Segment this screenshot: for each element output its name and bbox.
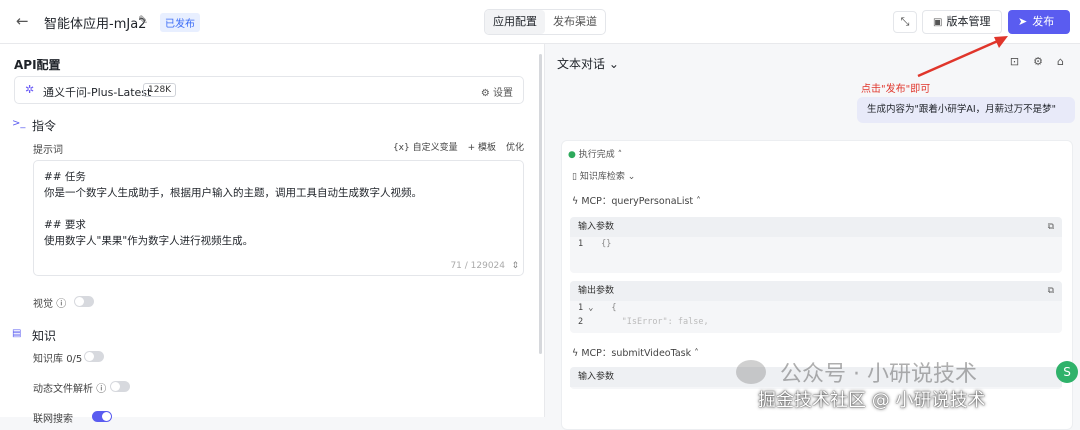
- web-search-label: 联网搜索: [33, 414, 73, 425]
- publish-label: 发布: [1032, 15, 1055, 28]
- char-count: 71 / 129024: [450, 261, 505, 271]
- context-badge: 128K: [143, 83, 177, 97]
- mcp1-label: MCP：queryPersonaList: [581, 196, 694, 207]
- settings-icon[interactable]: ⚙: [1033, 55, 1043, 68]
- publish-button[interactable]: ➤ 发布: [1008, 10, 1070, 34]
- book-icon: ▤: [12, 328, 22, 339]
- watermark-line2: 掘金技术社区 @ 小研说技术: [758, 390, 986, 411]
- collapse-icon: ⤡: [900, 15, 910, 28]
- custom-variable-button[interactable]: {x} 自定义变量: [393, 140, 458, 153]
- mcp2-label: MCP：submitVideoTask: [581, 348, 692, 359]
- model-selector[interactable]: ✲ 通义千问-Plus-Latest 128K ⚙ 设置: [14, 76, 524, 104]
- chat-mode-dropdown[interactable]: 文本对话 ⌄: [557, 55, 619, 72]
- fullscreen-button[interactable]: ⤡: [893, 11, 917, 33]
- status-badge: 已发布: [160, 13, 200, 32]
- input-params-block: 输入参数 ⧉ 1{}: [570, 217, 1062, 273]
- lightning-icon: ϟ: [572, 196, 579, 207]
- run-status[interactable]: ● 执行完成 ˄: [568, 147, 622, 160]
- vision-label: 视觉 ⓘ: [33, 295, 66, 310]
- floating-assistant-icon[interactable]: S: [1056, 361, 1078, 383]
- prompt-actions: {x} 自定义变量 + 模板 优化: [393, 140, 524, 153]
- chevron-down-icon: ⌄: [608, 57, 619, 71]
- knowledge-title: 知识: [32, 329, 57, 343]
- info-icon: ⓘ: [96, 384, 107, 395]
- dynamic-file-text: 动态文件解析: [33, 384, 93, 395]
- input-params-header: 输入参数 ⧉: [570, 217, 1062, 237]
- prompt-line: ## 任务: [44, 171, 86, 183]
- document-icon: ▯: [572, 172, 577, 182]
- kb-search-row[interactable]: ▯ 知识库检索 ⌄: [572, 169, 635, 182]
- prompt-line: 你是一个数字人生成助手，根据用户输入的主题，调用工具自动生成数字人视频。: [44, 187, 422, 199]
- run-status-label: 执行完成: [578, 150, 615, 160]
- terminal-icon: >_: [12, 118, 26, 129]
- model-logo-icon: ✲: [25, 83, 35, 96]
- optimize-button[interactable]: 优化: [506, 140, 524, 153]
- output-params-header: 输出参数 ⧉: [570, 281, 1062, 301]
- kb-label: 知识库 0/5: [33, 350, 82, 365]
- dynamic-file-label: 动态文件解析 ⓘ: [33, 380, 106, 395]
- gear-icon: ⚙: [480, 88, 493, 99]
- mcp-row-2[interactable]: ϟ MCP：submitVideoTask ˄: [572, 345, 699, 359]
- top-bar: ← 智能体应用-mJa2 ✎ 已发布 应用配置 发布渠道 ⤡ ▣ 版本管理 ➤ 发布: [0, 0, 1080, 44]
- user-message: 生成内容为"跟着小研学AI，月薪过万不是梦": [857, 97, 1075, 123]
- version-label: 版本管理: [946, 15, 991, 28]
- kb-toggle[interactable]: [84, 351, 104, 362]
- copy-icon[interactable]: ⧉: [1048, 281, 1054, 301]
- dynamic-file-toggle[interactable]: [110, 381, 130, 392]
- edit-pencil-icon[interactable]: ✎: [138, 13, 148, 27]
- watermark-line1: 公众号 · 小研说技术: [780, 362, 977, 387]
- output-params-block: 输出参数 ⧉ 1 ⌄{ 2 "IsError": false,: [570, 281, 1062, 333]
- config-tabs: 应用配置 发布渠道: [484, 9, 606, 35]
- code-text: "IsError": false,: [621, 317, 709, 327]
- back-arrow-icon[interactable]: ←: [16, 12, 29, 30]
- input-params-label: 输入参数: [578, 222, 615, 232]
- annotation-text: 点击"发布"即可: [861, 84, 931, 95]
- code-text: {}: [601, 239, 612, 249]
- tab-publish-channel[interactable]: 发布渠道: [545, 10, 605, 34]
- check-circle-icon: ●: [568, 150, 576, 160]
- kb-search-label: 知识库检索: [579, 172, 625, 182]
- code-line: 1 ⌄{: [578, 303, 617, 313]
- code-line: 1{}: [578, 239, 612, 249]
- kb-text: 知识库: [33, 354, 63, 365]
- prompt-label: 提示词: [33, 145, 63, 156]
- settings-label: 设置: [493, 88, 513, 99]
- prompt-line: 使用数字人"果果"作为数字人进行视频生成。: [44, 235, 254, 247]
- version-icon: ▣: [933, 17, 943, 28]
- watermark: 公众号 · 小研说技术 掘金技术社区 @ 小研说技术: [736, 356, 1056, 412]
- mcp-row-1[interactable]: ϟ MCP：queryPersonaList ˄: [572, 193, 701, 207]
- code-text: {: [611, 303, 617, 313]
- info-icon: ⓘ: [56, 299, 67, 310]
- config-panel: API配置 ✲ 通义千问-Plus-Latest 128K ⚙ 设置 >_ 指令…: [0, 44, 545, 425]
- vision-text: 视觉: [33, 299, 53, 310]
- wechat-logo-icon: [736, 360, 766, 384]
- api-config-title: API配置: [14, 58, 61, 72]
- send-icon: ➤: [1018, 15, 1028, 28]
- code-line: 2 "IsError": false,: [578, 317, 709, 327]
- model-settings-button[interactable]: ⚙ 设置: [481, 84, 513, 99]
- prompt-textarea[interactable]: ## 任务 你是一个数字人生成助手，根据用户输入的主题，调用工具自动生成数字人视…: [33, 160, 524, 276]
- model-name: 通义千问-Plus-Latest: [43, 86, 152, 99]
- scrollbar[interactable]: [539, 54, 542, 354]
- app-title: 智能体应用-mJa2: [44, 17, 147, 32]
- tab-app-config[interactable]: 应用配置: [485, 10, 545, 34]
- chat-tools: ⊡ ⚙ ⌂: [1010, 55, 1064, 68]
- lightning-icon: ϟ: [572, 348, 579, 359]
- version-management-button[interactable]: ▣ 版本管理: [922, 10, 1002, 34]
- vision-toggle[interactable]: [74, 296, 94, 307]
- clear-icon[interactable]: ⌂: [1057, 55, 1064, 68]
- chat-mode-label: 文本对话: [557, 57, 606, 71]
- instructions-title: 指令: [32, 119, 57, 133]
- resize-icon[interactable]: ⇕: [511, 261, 519, 271]
- template-button[interactable]: + 模板: [468, 140, 496, 153]
- kb-count: 0/5: [66, 354, 83, 365]
- bag-icon[interactable]: ⊡: [1010, 55, 1019, 68]
- output-params-label: 输出参数: [578, 286, 615, 296]
- prompt-line: ## 要求: [44, 219, 86, 231]
- copy-icon[interactable]: ⧉: [1048, 217, 1054, 237]
